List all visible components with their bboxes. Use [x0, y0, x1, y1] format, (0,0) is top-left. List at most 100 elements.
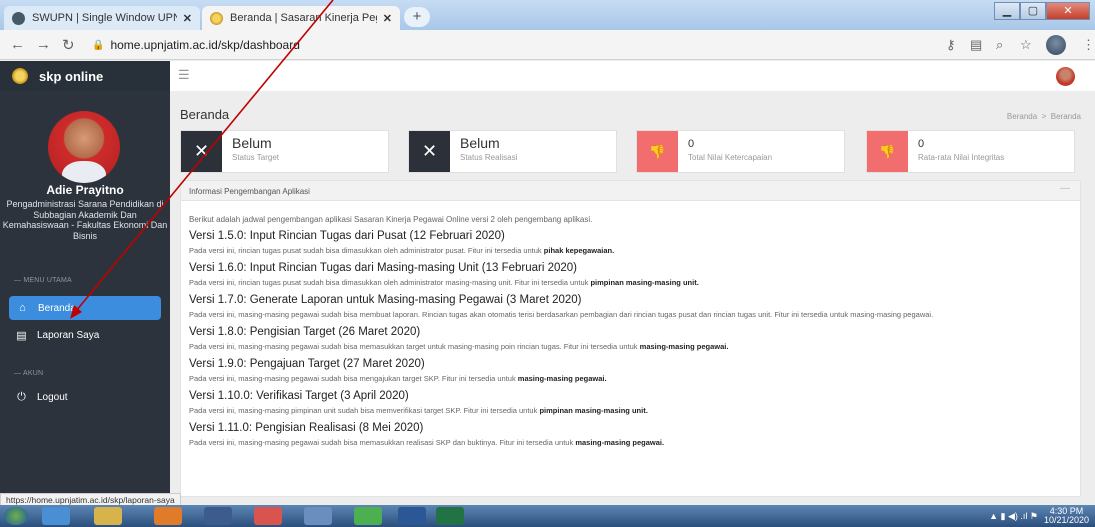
back-icon[interactable]: ←	[10, 36, 25, 53]
media-player-icon[interactable]	[204, 507, 232, 525]
app-icon[interactable]	[304, 507, 332, 525]
version-entry: Versi 1.5.0: Input Rincian Tugas dari Pu…	[189, 230, 1072, 256]
windows-taskbar: ▲ ▮ ◀) .ıl ⚑ 4:30 PM 10/21/2020	[0, 505, 1095, 527]
version-entry: Versi 1.7.0: Generate Laporan untuk Masi…	[189, 294, 1072, 320]
word-icon[interactable]	[398, 507, 426, 525]
version-title: Versi 1.5.0: Input Rincian Tugas dari Pu…	[189, 230, 505, 242]
version-description: Pada versi ini, masing-masing pegawai su…	[189, 438, 665, 447]
explorer-icon[interactable]	[94, 507, 122, 525]
close-tab-icon[interactable]: ✕	[183, 12, 192, 25]
window-controls: ▁ ▢ ✕	[994, 2, 1090, 20]
collapse-icon[interactable]: —	[1060, 183, 1070, 194]
browser-tab-bar: SWUPN | Single Window UPN "V ✕ Beranda |…	[0, 0, 1095, 30]
stat-value: Belum	[232, 135, 272, 151]
stat-value: 0	[918, 138, 925, 150]
version-entry: Versi 1.6.0: Input Rincian Tugas dari Ma…	[189, 262, 1072, 288]
user-role: Pengadministrasi Sarana Pendidikan di Su…	[2, 199, 168, 241]
address-bar-row: ← → ↻ 🔒 home.upnjatim.ac.id/skp/dashboar…	[0, 30, 1095, 60]
chrome-favicon-icon	[12, 11, 25, 25]
version-description: Pada versi ini, masing-masing pegawai su…	[189, 310, 934, 319]
tab-swupn[interactable]: SWUPN | Single Window UPN "V ✕	[4, 6, 200, 30]
reload-icon[interactable]: ↻	[62, 36, 75, 54]
sidebar-item-label: Beranda	[38, 302, 76, 314]
excel-icon[interactable]	[436, 507, 464, 525]
browser-profile-avatar[interactable]	[1046, 35, 1066, 55]
sidebar-item-logout[interactable]: ⏻ Logout	[0, 385, 170, 409]
menu-section-account: — AKUN	[14, 370, 44, 377]
x-icon: ✕	[409, 131, 450, 172]
breadcrumb-separator: >	[1041, 112, 1047, 121]
sidebar-item-laporan-saya[interactable]: ▤ Laporan Saya	[0, 323, 170, 347]
top-navbar: ☰	[170, 61, 1095, 91]
bookmark-star-icon[interactable]: ☆	[1020, 37, 1032, 53]
translate-icon[interactable]: ▤	[970, 37, 982, 53]
key-icon[interactable]: ⚷	[946, 37, 956, 53]
version-description: Pada versi ini, masing-masing pegawai su…	[189, 342, 729, 351]
clock[interactable]: 4:30 PM 10/21/2020	[1044, 507, 1089, 525]
version-description: Pada versi ini, masing-masing pimpinan u…	[189, 406, 648, 415]
clock-date: 10/21/2020	[1043, 515, 1089, 525]
stat-label: Total Nilai Ketercapaian	[688, 153, 773, 162]
version-title: Versi 1.9.0: Pengajuan Target (27 Maret …	[189, 358, 425, 370]
upn-favicon-icon	[210, 11, 223, 25]
breadcrumb-link[interactable]: Beranda	[1007, 112, 1037, 121]
chrome-icon[interactable]	[354, 507, 382, 525]
ie-icon[interactable]	[42, 507, 70, 525]
close-tab-icon[interactable]: ✕	[383, 12, 392, 25]
zoom-icon[interactable]: ⌕	[996, 37, 1003, 53]
stat-value: 0	[688, 138, 695, 150]
sidebar-item-label: Laporan Saya	[37, 329, 100, 341]
tab-title: Beranda | Sasaran Kinerja Pegaw	[230, 12, 377, 24]
user-avatar	[48, 111, 120, 183]
stat-status-realisasi: ✕ Belum Status Realisasi	[408, 130, 617, 173]
version-title: Versi 1.11.0: Pengisian Realisasi (8 Mei…	[189, 422, 424, 434]
info-panel: Informasi Pengembangan Aplikasi — Beriku…	[180, 180, 1081, 497]
panel-body: Berikut adalah jadwal pengembangan aplik…	[181, 201, 1080, 448]
version-title: Versi 1.6.0: Input Rincian Tugas dari Ma…	[189, 262, 578, 274]
sidebar-item-label: Logout	[37, 391, 68, 403]
brand[interactable]: skp online	[0, 61, 170, 91]
power-icon: ⏻	[17, 390, 26, 403]
start-button[interactable]	[4, 507, 28, 525]
system-tray: ▲ ▮ ◀) .ıl ⚑ 4:30 PM 10/21/2020	[989, 505, 1095, 527]
sidebar: skp online Adie Prayitno Pengadministras…	[0, 61, 170, 497]
version-description: Pada versi ini, rincian tugas pusat suda…	[189, 278, 699, 287]
brand-name: skp online	[39, 69, 104, 84]
stat-label: Status Target	[232, 153, 279, 162]
firefox-icon[interactable]	[154, 507, 182, 525]
thumbs-down-icon: 👎	[637, 131, 678, 172]
url-field[interactable]: 🔒 home.upnjatim.ac.id/skp/dashboard	[92, 38, 300, 52]
version-description: Pada versi ini, masing-masing pegawai su…	[189, 374, 607, 383]
panel-title: Informasi Pengembangan Aplikasi	[189, 187, 310, 196]
forward-icon[interactable]: →	[36, 36, 51, 53]
browser-menu-icon[interactable]: ⋮	[1082, 37, 1095, 53]
minimize-button[interactable]: ▁	[994, 2, 1020, 20]
panel-header: Informasi Pengembangan Aplikasi —	[181, 181, 1080, 201]
document-icon: ▤	[16, 329, 27, 342]
x-icon: ✕	[181, 131, 222, 172]
version-title: Versi 1.7.0: Generate Laporan untuk Masi…	[189, 294, 582, 306]
version-entry: Versi 1.9.0: Pengajuan Target (27 Maret …	[189, 358, 1072, 384]
maximize-button[interactable]: ▢	[1020, 2, 1046, 20]
home-icon: ⌂	[19, 302, 26, 314]
stat-rata-rata-integritas: 👎 0 Rata-rata Nilai Integritas	[866, 130, 1075, 173]
stat-label: Rata-rata Nilai Integritas	[918, 153, 1005, 162]
tab-beranda[interactable]: Beranda | Sasaran Kinerja Pegaw ✕	[202, 6, 400, 30]
panel-intro: Berikut adalah jadwal pengembangan aplik…	[189, 215, 593, 224]
breadcrumb: Beranda > Beranda	[1007, 112, 1081, 121]
sidebar-item-beranda[interactable]: ⌂ Beranda	[9, 296, 161, 320]
version-entry: Versi 1.11.0: Pengisian Realisasi (8 Mei…	[189, 422, 1072, 448]
tray-icons[interactable]: ▲ ▮ ◀) .ıl ⚑	[989, 511, 1038, 522]
upn-logo-icon	[12, 68, 28, 84]
thumbs-down-icon: 👎	[867, 131, 908, 172]
user-menu-avatar[interactable]	[1056, 67, 1075, 86]
close-window-button[interactable]: ✕	[1046, 2, 1090, 20]
lock-icon: 🔒	[92, 39, 105, 51]
stat-value: Belum	[460, 135, 500, 151]
paint-icon[interactable]	[254, 507, 282, 525]
stat-total-nilai: 👎 0 Total Nilai Ketercapaian	[636, 130, 845, 173]
stat-status-target: ✕ Belum Status Target	[180, 130, 389, 173]
hamburger-menu-icon[interactable]: ☰	[178, 67, 190, 83]
version-title: Versi 1.8.0: Pengisian Target (26 Maret …	[189, 326, 421, 338]
new-tab-button[interactable]: +	[404, 7, 430, 27]
